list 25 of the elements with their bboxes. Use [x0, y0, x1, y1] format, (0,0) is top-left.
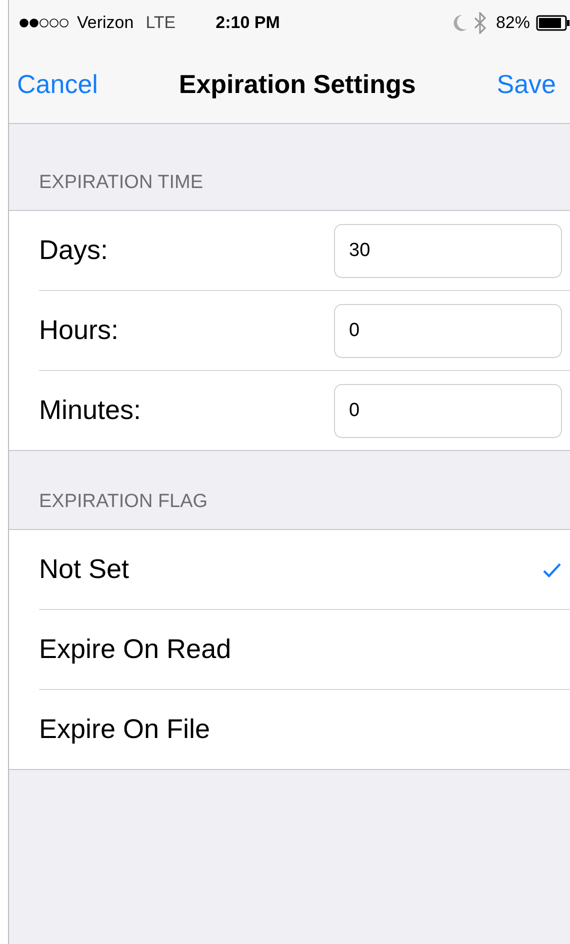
option-label: Expire On Read	[39, 634, 232, 665]
number-field[interactable]: 0	[334, 304, 562, 358]
bluetooth-icon	[474, 12, 486, 34]
signal-icon	[19, 18, 69, 28]
section-header: EXPIRATION FLAG	[38, 491, 209, 514]
network-type: LTE	[146, 13, 176, 33]
screen-title: Expiration Settings	[178, 69, 416, 100]
save-button[interactable]: Save	[496, 69, 556, 100]
cancel-button[interactable]: Cancel	[17, 69, 98, 100]
carrier-name: Verizon	[77, 13, 134, 33]
field-label: Hours:	[39, 315, 119, 346]
field-label: Minutes:	[39, 395, 142, 426]
option-label: Expire On File	[39, 714, 210, 745]
battery-icon	[536, 15, 570, 31]
status-time: 2:10 PM	[216, 13, 281, 33]
option-row[interactable]: Not Set	[39, 530, 570, 610]
option-row[interactable]: Expire On Read	[39, 610, 570, 690]
option-row[interactable]: Expire On File	[39, 690, 570, 769]
number-field[interactable]: 30	[334, 224, 562, 278]
battery-percent: 82%	[496, 13, 530, 33]
section-header: EXPIRATION TIME	[38, 172, 204, 195]
number-field[interactable]: 0	[334, 384, 562, 438]
moon-icon	[452, 14, 468, 32]
field-label: Days:	[39, 235, 108, 266]
option-label: Not Set	[39, 554, 130, 585]
